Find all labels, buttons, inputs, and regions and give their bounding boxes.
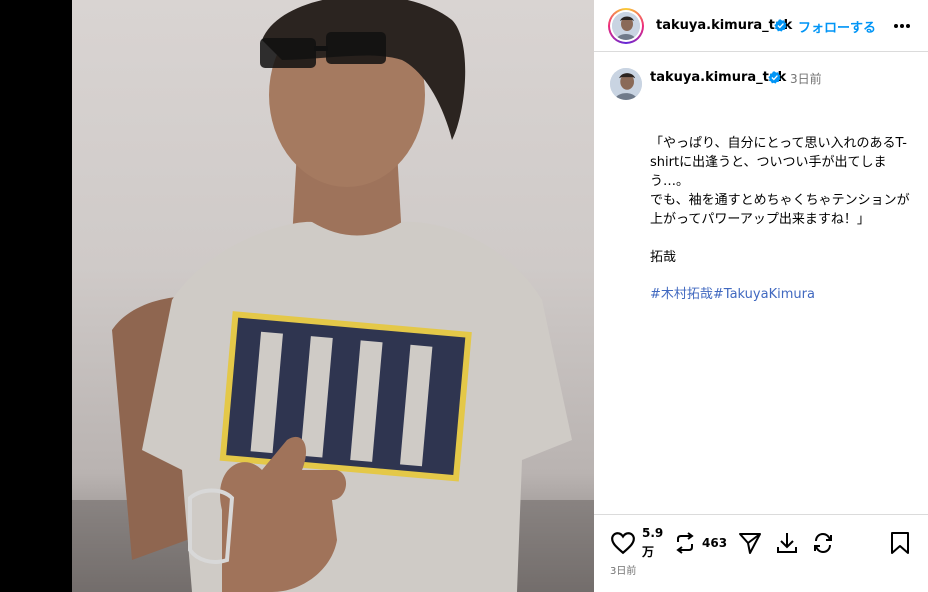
hashtag-link[interactable]: #TakuyaKimura	[713, 287, 815, 302]
more-options-icon[interactable]	[892, 14, 912, 38]
author-username[interactable]: takuya.kimura_tak	[656, 18, 792, 33]
caption-author-username[interactable]: takuya.kimura_tak	[650, 70, 786, 85]
heart-icon[interactable]	[610, 531, 636, 555]
photo-illustration	[72, 0, 594, 592]
post-photo[interactable]	[72, 0, 594, 592]
hashtag-list: #木村拓哉#TakuyaKimura	[650, 286, 815, 304]
hashtag-link[interactable]: #木村拓哉	[650, 287, 713, 302]
post-details-panel: takuya.kimura_tak フォローする takuya.kimura_t…	[594, 0, 928, 592]
send-icon[interactable]	[738, 531, 762, 555]
verified-badge-icon	[768, 71, 781, 84]
repost-count[interactable]: 463	[702, 536, 727, 550]
author-avatar[interactable]	[612, 12, 640, 40]
download-icon[interactable]	[776, 531, 798, 555]
bookmark-icon[interactable]	[890, 531, 910, 555]
like-count-unit[interactable]: 万	[642, 543, 654, 560]
follow-button[interactable]: フォローする	[798, 17, 876, 36]
caption-author-avatar[interactable]	[610, 68, 642, 100]
instagram-post-view: takuya.kimura_tak フォローする takuya.kimura_t…	[0, 0, 928, 592]
post-time-ago[interactable]: 3日前	[790, 70, 822, 87]
post-date[interactable]: 3日前	[610, 562, 636, 577]
action-bar: 5.9 万 463 3日前	[594, 514, 928, 592]
post-caption: 「やっぱり、自分にとって思い入れのあるT-shirtに出逢うと、ついつい手が出て…	[650, 136, 910, 265]
post-header: takuya.kimura_tak フォローする	[594, 0, 928, 52]
like-count-value[interactable]: 5.9	[642, 526, 663, 540]
verified-badge-icon	[774, 19, 787, 32]
repost-icon[interactable]	[674, 531, 696, 555]
refresh-icon[interactable]	[812, 531, 834, 555]
author-avatar-story-ring[interactable]	[608, 8, 644, 44]
